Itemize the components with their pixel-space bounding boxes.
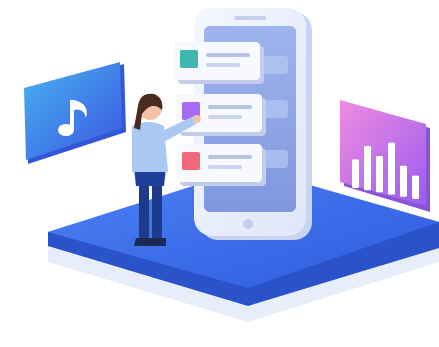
chart-bar: [376, 156, 383, 193]
home-button: [243, 219, 253, 229]
screen-card-purple: [176, 94, 266, 136]
chart-bar: [388, 142, 395, 195]
music-panel: [24, 62, 126, 164]
illustration: [24, 8, 439, 322]
chart-panel: [340, 100, 430, 212]
card-swatch: [182, 152, 200, 170]
card-swatch: [180, 50, 198, 68]
chart-bar: [364, 146, 371, 191]
screen-card-pink: [176, 144, 266, 186]
screen-card-teal: [174, 42, 264, 84]
chart-bar: [400, 165, 407, 197]
chart-bar: [412, 175, 419, 199]
chart-bar: [352, 159, 359, 188]
